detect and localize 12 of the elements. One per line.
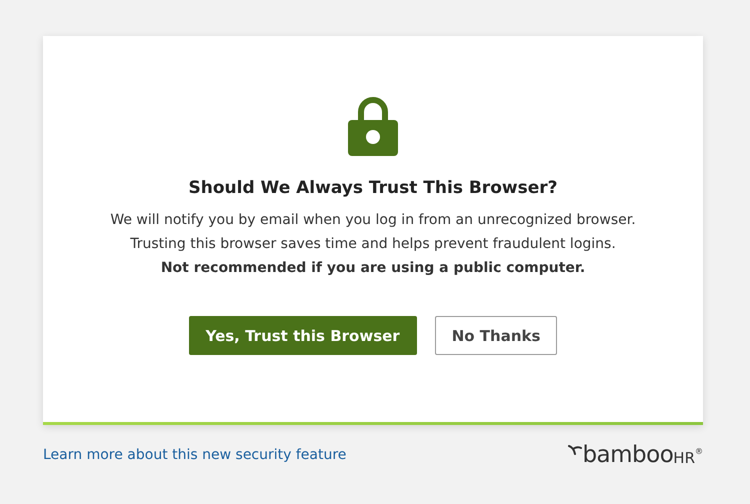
learn-more-link[interactable]: Learn more about this new security feature bbox=[43, 447, 346, 463]
decline-button[interactable]: No Thanks bbox=[434, 316, 558, 355]
message-text: We will notify you by email when you log in from an unrecognized browser. bbox=[110, 211, 636, 230]
leaf-icon bbox=[568, 445, 582, 455]
message-text: Trusting this browser saves time and helps prevent fraudulent logins. bbox=[130, 235, 616, 254]
warning-text: Not recommended if you are using a public computer. bbox=[160, 259, 586, 278]
dialog-title: Should We Always Trust This Browser? bbox=[188, 178, 558, 198]
logo-text: HR bbox=[673, 449, 695, 467]
trust-button[interactable]: Yes, Trust this Browser bbox=[188, 316, 417, 355]
registered-mark: ® bbox=[695, 446, 703, 458]
lock-icon bbox=[348, 96, 398, 156]
logo-text: bamboo bbox=[582, 443, 674, 467]
